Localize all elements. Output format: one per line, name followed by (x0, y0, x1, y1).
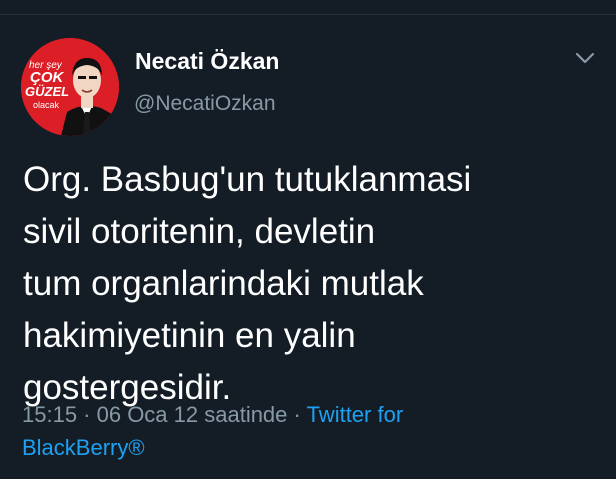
tweet-line: Org. Basbug'un tutuklanmasi (23, 160, 472, 199)
chevron-down-icon[interactable] (574, 50, 596, 66)
tweet-line: hakimiyetinin en yalin (23, 316, 356, 355)
client-link-part1[interactable]: Twitter for (307, 402, 404, 427)
avatar-text-line3: GÜZEL (25, 84, 69, 99)
top-divider (0, 14, 616, 15)
avatar[interactable]: her şey ÇOK GÜZEL olacak (21, 38, 119, 136)
client-link-part2[interactable]: BlackBerry® (22, 431, 602, 464)
meta-line-1: 15:15 · 06 Oca 12 saatinde · Twitter for (22, 398, 602, 431)
display-name[interactable]: Necati Özkan (135, 48, 279, 75)
tweet-timestamp[interactable]: 15:15 · 06 Oca 12 saatinde · (22, 402, 301, 427)
avatar-image: her şey ÇOK GÜZEL olacak (21, 38, 119, 136)
tweet-line: tum organlarindaki mutlak (23, 264, 424, 303)
tweet-meta: 15:15 · 06 Oca 12 saatinde · Twitter for… (22, 398, 602, 464)
tweet-text: Org. Basbug'un tutuklanmasi sivil otorit… (23, 154, 583, 414)
avatar-text-line4: olacak (33, 100, 60, 110)
tweet-line: sivil otoritenin, devletin (23, 212, 376, 251)
user-handle[interactable]: @NecatiOzkan (134, 92, 276, 116)
